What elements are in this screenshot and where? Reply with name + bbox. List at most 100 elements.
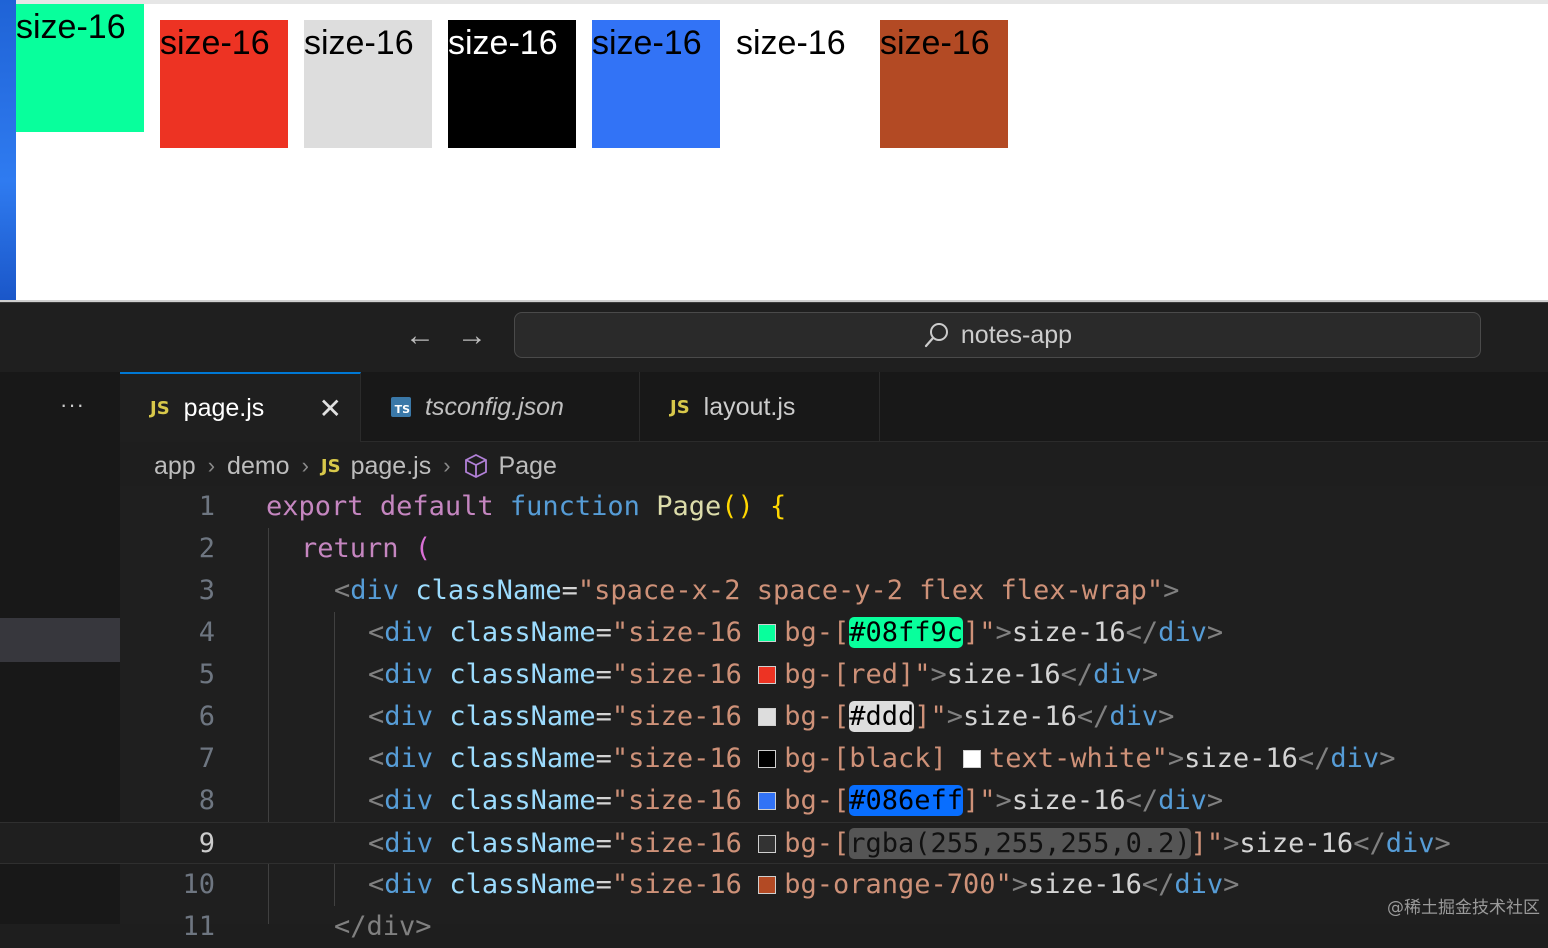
color-swatch: size-16 <box>160 20 288 148</box>
string: "size-16 <box>611 743 759 774</box>
code-line[interactable]: 9 <div className="size-16 bg-[rgba(255,25… <box>0 822 1548 864</box>
equals: = <box>595 701 612 732</box>
tag-name: div <box>1385 828 1435 859</box>
breadcrumb-app[interactable]: app <box>154 452 196 481</box>
preview-top-border <box>0 0 1548 4</box>
code-text: return ( <box>301 528 431 570</box>
code-text: <div className="size-16 bg-[#ddd]">size-… <box>368 696 1174 738</box>
tag-bracket: < <box>368 617 385 648</box>
color-decorator-icon[interactable] <box>963 750 982 768</box>
code-line[interactable]: 4 <div className="size-16 bg-[#08ff9c]">s… <box>0 612 1548 654</box>
color-value-highlight: #08ff9c <box>849 617 964 648</box>
line-number: 1 <box>198 491 215 522</box>
tag-bracket: </ <box>1141 869 1175 900</box>
string: "size-16 <box>611 659 759 690</box>
line-number: 8 <box>198 785 215 816</box>
code-text: </div> <box>334 911 432 942</box>
tag-name: div <box>1174 869 1224 900</box>
attribute: className <box>449 869 596 900</box>
attribute: className <box>449 701 596 732</box>
attribute: className <box>449 828 596 859</box>
tag-bracket: > <box>1223 828 1240 859</box>
string: "size-16 <box>611 828 759 859</box>
tag-name: div <box>384 869 434 900</box>
tag-bracket: < <box>368 869 385 900</box>
tab-page-js[interactable]: JS page.js ✕ <box>120 372 361 442</box>
code-line[interactable]: 5 <div className="size-16 bg-[red]">size-… <box>0 654 1548 696</box>
code-text: <div className="size-16 bg-[rgba(255,255… <box>368 823 1451 865</box>
jsx-text: size-16 <box>1239 828 1354 859</box>
js-file-icon: JS <box>320 455 341 477</box>
color-value-highlight: rgba(255,255,255,0.2) <box>849 828 1191 859</box>
color-decorator-icon[interactable] <box>758 876 777 894</box>
close-icon[interactable]: ✕ <box>319 392 342 425</box>
tag-name: div <box>384 785 434 816</box>
chevron-right-icon: › <box>301 453 309 478</box>
equals: = <box>595 617 612 648</box>
command-center[interactable]: notes-app <box>514 312 1481 358</box>
code-text: export default function Page() { <box>266 486 786 528</box>
tag-bracket: > <box>1167 743 1185 774</box>
attribute: className <box>449 617 596 648</box>
keyword: return <box>301 533 399 564</box>
string: bg-[ <box>784 785 850 816</box>
back-arrow-icon[interactable]: ← <box>400 318 440 354</box>
jsx-text: size-16 <box>1184 743 1298 774</box>
color-swatch: size-16 <box>448 20 576 148</box>
tag-bracket: < <box>368 659 385 690</box>
code-line[interactable]: 3 <div className="space-x-2 space-y-2 fle… <box>0 570 1548 612</box>
tag-name: div <box>1330 743 1380 774</box>
equals: = <box>561 575 578 606</box>
code-line[interactable]: 11 </div> <box>0 906 1548 948</box>
attribute: className <box>449 659 596 690</box>
string: bg-[ <box>784 828 850 859</box>
code-line[interactable]: 10 <div className="size-16 bg-orange-700"… <box>0 864 1548 906</box>
keyword: export <box>266 491 364 522</box>
tag-bracket: > <box>995 617 1012 648</box>
code-line[interactable]: 2 return ( <box>0 528 1548 570</box>
tag-name: div <box>1109 701 1159 732</box>
code-text: <div className="size-16 bg-[#086eff]">si… <box>368 780 1223 822</box>
string: "size-16 <box>611 701 759 732</box>
tab-label: tsconfig.json <box>425 392 564 421</box>
tag-bracket: > <box>930 659 947 690</box>
forward-arrow-icon[interactable]: → <box>452 318 492 354</box>
color-decorator-icon[interactable] <box>758 708 777 726</box>
tag-bracket: </ <box>1060 659 1094 690</box>
line-number: 6 <box>198 701 215 732</box>
color-decorator-icon[interactable] <box>758 835 777 853</box>
tag-name: div <box>1158 785 1207 816</box>
more-actions-icon[interactable]: ··· <box>60 392 85 418</box>
line-number: 2 <box>198 533 215 564</box>
code-line[interactable]: 1 export default function Page() { <box>0 486 1548 528</box>
tag-bracket: > <box>1158 701 1175 732</box>
color-decorator-icon[interactable] <box>758 666 777 684</box>
tab-layout-js[interactable]: JS layout.js <box>640 372 880 442</box>
keyword: function <box>509 491 640 522</box>
tag-bracket: > <box>1223 869 1240 900</box>
attribute: className <box>449 743 596 774</box>
code-line[interactable]: 8 <div className="size-16 bg-[#086eff]">s… <box>0 780 1548 822</box>
string: ]" <box>963 785 996 816</box>
color-decorator-icon[interactable] <box>758 750 777 768</box>
tab-tsconfig-json[interactable]: TS tsconfig.json <box>361 372 640 442</box>
color-decorator-icon[interactable] <box>758 624 777 642</box>
string: "size-16 <box>611 785 759 816</box>
code-line[interactable]: 6 <div className="size-16 bg-[#ddd]">size… <box>0 696 1548 738</box>
tag-bracket: < <box>368 828 385 859</box>
string: bg-[ <box>784 617 850 648</box>
tag-name: div <box>350 575 400 606</box>
code-line[interactable]: 7 <div className="size-16 bg-[black] text… <box>0 738 1548 780</box>
string: "space-x-2 space-y-2 flex flex-wrap" <box>577 575 1164 606</box>
desktop-edge <box>0 0 16 302</box>
line-number: 10 <box>182 869 215 900</box>
breadcrumb-page-js[interactable]: page.js <box>351 452 432 481</box>
string: bg-orange-700" <box>784 869 1012 900</box>
tag-bracket: </ <box>1353 828 1386 859</box>
breadcrumb-symbol[interactable]: Page <box>499 452 557 481</box>
tag-bracket: </ <box>1297 743 1331 774</box>
color-decorator-icon[interactable] <box>758 792 777 810</box>
tag-bracket: > <box>1206 617 1224 648</box>
breadcrumb-demo[interactable]: demo <box>227 452 290 481</box>
tag-bracket: < <box>334 575 351 606</box>
